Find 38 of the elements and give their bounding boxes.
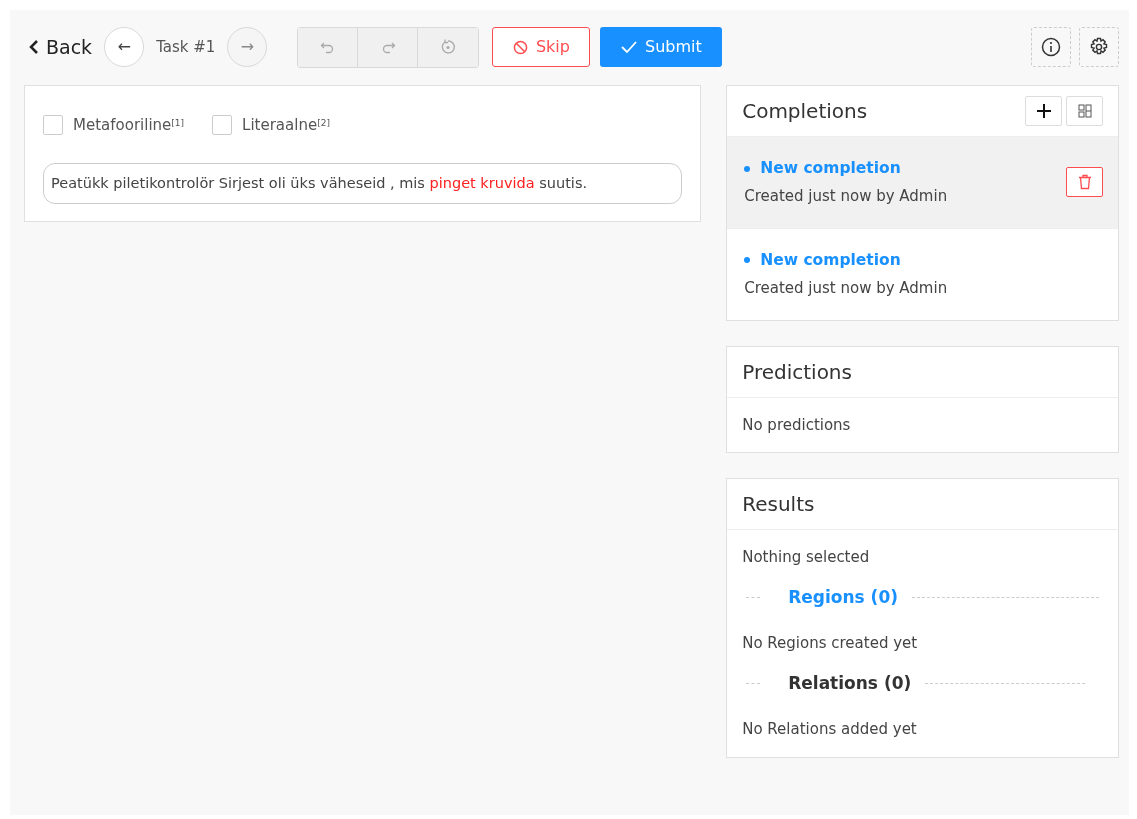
section-heading: Regions (0) <box>788 585 898 609</box>
back-button[interactable]: Back <box>24 32 97 62</box>
checkbox-label: Metafooriline$^{[1]}$ <box>73 115 185 136</box>
panel-title: Predictions <box>742 358 852 386</box>
trash-icon <box>1077 174 1092 191</box>
section-heading: Relations (0) <box>788 671 912 695</box>
previous-button[interactable]: ← <box>104 27 145 67</box>
settings-button[interactable] <box>1079 27 1119 67</box>
panel-title: Completions <box>742 98 868 125</box>
empty-message: No Regions created yet <box>742 633 919 654</box>
chevron-left-icon <box>28 39 40 55</box>
checkbox-label: Literaalne$^{[2]}$ <box>242 115 330 136</box>
check-icon <box>621 40 637 54</box>
bullet-icon <box>744 165 751 172</box>
plus-icon <box>1036 104 1051 118</box>
grid-icon <box>1077 104 1092 118</box>
empty-message: No Relations added yet <box>742 719 918 740</box>
panel-title: Results <box>742 491 815 518</box>
settings-icon <box>1089 37 1109 57</box>
task-label: Task #1 <box>156 36 216 58</box>
text-sentence: Peatükk piletikontrolör Sirjest oli üks väheseid , mis pinget kruvida suutis. <box>43 162 683 205</box>
selection-status: Nothing selected <box>742 547 871 568</box>
completion-item[interactable]: New completion Created just now by Admin <box>727 137 1118 228</box>
checkbox[interactable] <box>43 115 63 136</box>
completion-meta: Created just now by Admin <box>744 186 948 208</box>
add-button[interactable] <box>1025 96 1062 126</box>
prohibited-icon <box>512 39 528 55</box>
reset-icon <box>440 39 457 55</box>
checkbox[interactable] <box>212 115 233 136</box>
info-icon <box>1041 37 1061 57</box>
info-button[interactable] <box>1031 27 1071 67</box>
bullet-icon <box>744 257 751 264</box>
empty-message: No predictions <box>742 415 851 434</box>
completion-meta: Created just now by Admin <box>744 278 948 299</box>
completion-name: New completion <box>760 249 901 271</box>
completion-item[interactable]: New completion Created just now by Admin <box>727 227 1118 320</box>
delete-button[interactable] <box>1066 167 1103 198</box>
completion-name: New completion <box>760 158 901 179</box>
